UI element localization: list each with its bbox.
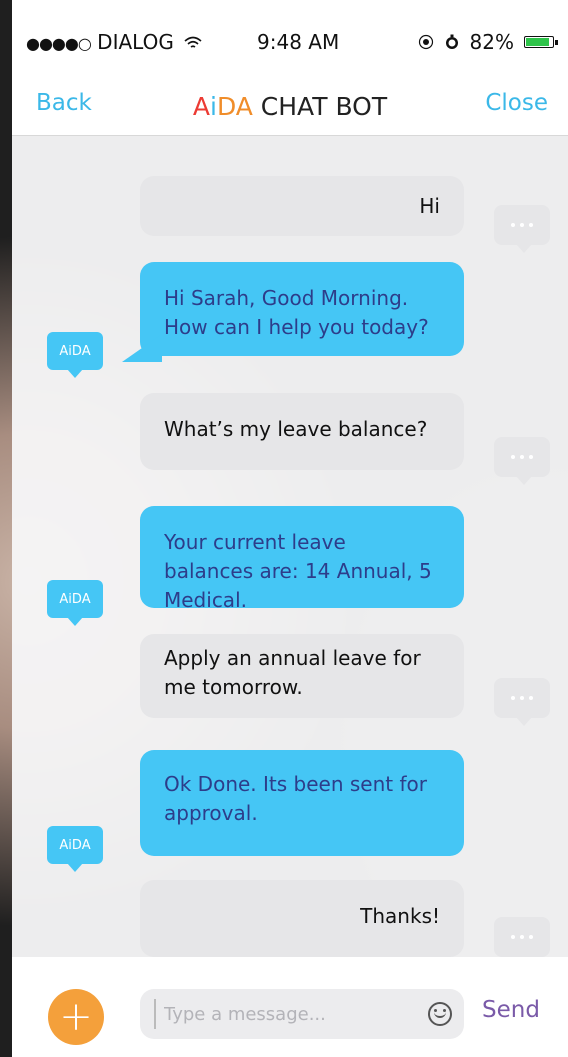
title-ai: A: [192, 92, 210, 121]
user-message: Apply an annual leave for me tomorrow.: [140, 634, 464, 718]
send-button[interactable]: Send: [482, 997, 540, 1023]
carrier-info: ●●●●○ DIALOG: [26, 30, 202, 54]
message-text: Thanks!: [360, 904, 440, 928]
battery-percent: 82%: [469, 30, 514, 54]
user-message: What’s my leave balance?: [140, 393, 464, 470]
typing-indicator: [494, 678, 550, 726]
signal-icon: ●●●●○: [26, 34, 92, 53]
bot-message: Ok Done. Its been sent for approval.: [140, 750, 464, 856]
rotation-lock-icon: [418, 34, 433, 50]
battery-icon: [524, 36, 558, 48]
status-bar: ●●●●○ DIALOG 9:48 AM 82%: [12, 0, 568, 80]
bot-message: Hi Sarah, Good Morning. How can I help y…: [122, 262, 464, 362]
message-text: Hi Sarah, Good Morning. How can I help y…: [164, 286, 429, 339]
battery-fill: [526, 38, 549, 46]
bot-avatar: AiDA: [47, 580, 103, 626]
wifi-icon: [184, 36, 202, 48]
bot-message: Your current leave balances are: 14 Annu…: [140, 506, 464, 612]
typing-indicator: [494, 917, 550, 965]
message-input[interactable]: [154, 999, 404, 1029]
message-text: Ok Done. Its been sent for approval.: [164, 772, 427, 825]
message-text: Apply an annual leave for me tomorrow.: [164, 646, 421, 699]
bot-avatar: AiDA: [47, 332, 103, 378]
close-button[interactable]: Close: [485, 90, 548, 116]
title-i: i: [209, 92, 217, 121]
message-input-wrapper: [140, 989, 464, 1039]
user-message: Hi: [140, 176, 464, 236]
alarm-icon: [445, 34, 458, 49]
add-attachment-button[interactable]: +: [48, 989, 104, 1045]
carrier-name: DIALOG: [97, 30, 174, 54]
typing-indicator: [494, 205, 550, 253]
bot-avatar: AiDA: [47, 826, 103, 872]
title-rest: CHAT BOT: [252, 92, 388, 121]
user-message: Thanks!: [140, 880, 464, 957]
emoji-icon[interactable]: [428, 1002, 452, 1026]
typing-indicator: [494, 437, 550, 485]
message-text: Your current leave balances are: 14 Annu…: [164, 530, 432, 612]
message-text: Hi: [419, 194, 440, 218]
status-right: 82%: [418, 30, 558, 54]
clock: 9:48 AM: [257, 30, 340, 54]
title-da: DA: [216, 92, 253, 121]
message-text: What’s my leave balance?: [164, 417, 428, 441]
message-composer: + Send: [12, 957, 568, 1057]
chat-screen: ●●●●○ DIALOG 9:48 AM 82% Back AiDA CHAT …: [12, 0, 568, 1057]
nav-bar: Back AiDA CHAT BOT Close: [12, 80, 568, 136]
